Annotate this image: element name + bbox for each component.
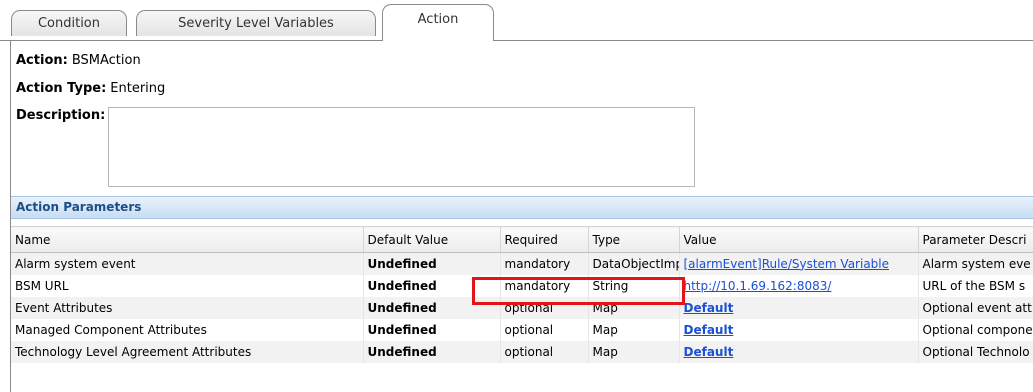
column-header-required[interactable]: Required [500, 226, 589, 253]
param-description: Optional compone [918, 318, 1033, 341]
column-header-parameter-description[interactable]: Parameter Descri [918, 226, 1033, 253]
param-default-value: Undefined [363, 318, 501, 341]
param-type: DataObjectImpl [588, 252, 680, 275]
action-parameters-title: Action Parameters [11, 196, 1033, 219]
param-value-link[interactable]: [alarmEvent]Rule/System Variable [684, 257, 890, 271]
param-value-link[interactable]: Default [684, 301, 734, 315]
action-type-label: Action Type: [16, 81, 107, 96]
param-type: Map [588, 296, 680, 319]
param-required: optional [500, 296, 589, 319]
tab-bar: Condition Severity Level Variables Actio… [0, 0, 1033, 41]
param-value-link[interactable]: Default [684, 345, 734, 359]
action-type-value: Entering [110, 81, 166, 96]
table-header-row: Name Default Value Required Type Value P… [11, 226, 1033, 253]
table-row[interactable]: Technology Level Agreement Attributes Un… [11, 340, 1033, 363]
column-header-type[interactable]: Type [588, 226, 680, 253]
action-parameters-table: Name Default Value Required Type Value P… [11, 226, 1033, 363]
table-row[interactable]: BSM URL Undefined mandatory String http:… [11, 274, 1033, 297]
tab-severity-level-variables[interactable]: Severity Level Variables [136, 10, 376, 36]
action-parameters-section: Action Parameters Name Default Value Req… [11, 196, 1033, 392]
param-description: Optional Technolo [918, 340, 1033, 363]
param-required: mandatory [500, 252, 589, 275]
action-name-value: BSMAction [71, 53, 141, 68]
param-type: String [588, 274, 680, 297]
action-name-row: Action: BSMAction [16, 53, 141, 68]
table-row[interactable]: Managed Component Attributes Undefined o… [11, 318, 1033, 341]
param-type: Map [588, 340, 680, 363]
table-row[interactable]: Alarm system event Undefined mandatory D… [11, 252, 1033, 275]
description-field[interactable] [108, 107, 695, 187]
param-required: optional [500, 318, 589, 341]
param-name: Event Attributes [11, 296, 364, 319]
param-required: optional [500, 340, 589, 363]
param-name: Alarm system event [11, 252, 364, 275]
param-description: Optional event att [918, 296, 1033, 319]
column-header-name[interactable]: Name [11, 226, 364, 253]
action-type-row: Action Type: Entering [16, 81, 165, 96]
param-default-value: Undefined [363, 274, 501, 297]
description-row: Description: [16, 108, 105, 123]
action-name-label: Action: [16, 53, 68, 68]
tab-condition[interactable]: Condition [11, 10, 127, 36]
param-name: Technology Level Agreement Attributes [11, 340, 364, 363]
param-default-value: Undefined [363, 296, 501, 319]
param-default-value: Undefined [363, 252, 501, 275]
param-name: BSM URL [11, 274, 364, 297]
param-type: Map [588, 318, 680, 341]
tab-action[interactable]: Action [382, 4, 494, 41]
param-description: Alarm system eve [918, 252, 1033, 275]
param-value-link[interactable]: http://10.1.69.162:8083/ [684, 279, 832, 293]
action-panel: Action: BSMAction Action Type: Entering … [10, 41, 1033, 392]
param-required: mandatory [500, 274, 589, 297]
param-value-link[interactable]: Default [684, 323, 734, 337]
param-name: Managed Component Attributes [11, 318, 364, 341]
column-header-value[interactable]: Value [679, 226, 919, 253]
description-label: Description: [16, 108, 106, 123]
table-row[interactable]: Event Attributes Undefined optional Map … [11, 296, 1033, 319]
column-header-default-value[interactable]: Default Value [363, 226, 501, 253]
param-description: URL of the BSM s [918, 274, 1033, 297]
param-default-value: Undefined [363, 340, 501, 363]
